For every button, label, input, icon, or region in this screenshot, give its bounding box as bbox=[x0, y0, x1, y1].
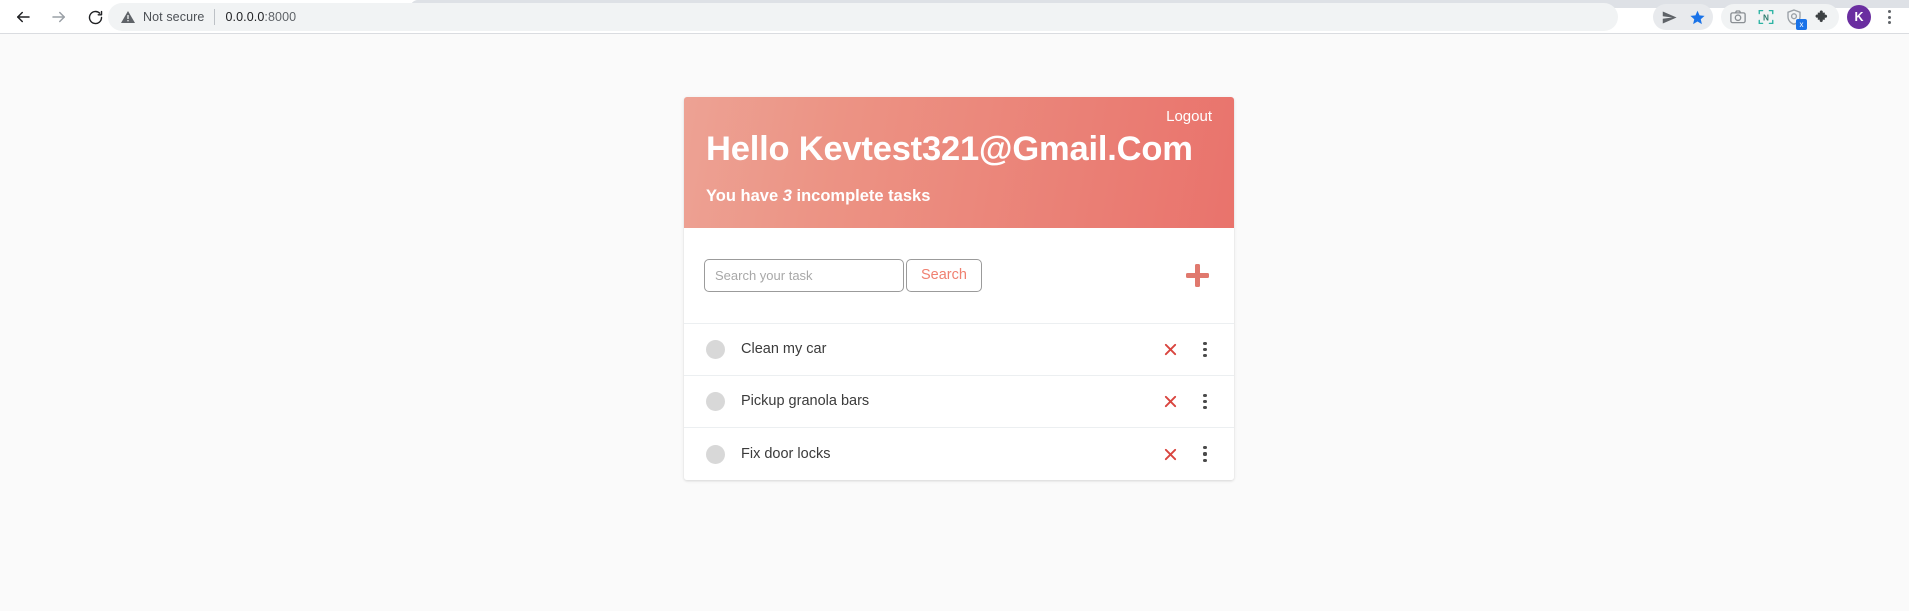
todo-card: Logout Hello Kevtest321@Gmail.Com You ha… bbox=[684, 97, 1234, 480]
delete-task-button[interactable] bbox=[1160, 340, 1180, 360]
summary-prefix: You have bbox=[706, 187, 783, 206]
task-complete-toggle[interactable] bbox=[706, 392, 725, 411]
browser-menu-button[interactable] bbox=[1875, 3, 1903, 31]
reload-icon bbox=[87, 9, 104, 26]
add-task-button[interactable] bbox=[1180, 259, 1214, 293]
send-paper-plane-icon bbox=[1661, 9, 1678, 26]
task-label: Fix door locks bbox=[741, 445, 831, 462]
task-list: Clean my car Pickup granola bars Fix doo… bbox=[684, 323, 1234, 480]
table-row: Fix door locks bbox=[684, 428, 1234, 480]
three-dot-menu-icon bbox=[1203, 393, 1207, 397]
search-row: Search bbox=[684, 228, 1234, 323]
row-actions bbox=[1160, 443, 1214, 465]
delete-task-button[interactable] bbox=[1160, 444, 1180, 464]
task-menu-button[interactable] bbox=[1196, 443, 1214, 465]
close-icon bbox=[1163, 394, 1178, 409]
omnibox-divider bbox=[214, 9, 216, 25]
extensions-group: N x bbox=[1721, 4, 1839, 30]
task-complete-toggle[interactable] bbox=[706, 444, 725, 464]
puzzle-piece-icon bbox=[1813, 8, 1831, 26]
extensions-button[interactable] bbox=[1808, 4, 1836, 30]
notion-clipper-button[interactable]: N bbox=[1752, 4, 1780, 30]
svg-text:N: N bbox=[1763, 13, 1769, 22]
card-header: Logout Hello Kevtest321@Gmail.Com You ha… bbox=[684, 97, 1234, 228]
security-status-label: Not secure bbox=[143, 10, 205, 24]
summary-suffix: incomplete tasks bbox=[791, 187, 931, 206]
reload-button[interactable] bbox=[78, 0, 112, 34]
close-icon bbox=[1163, 447, 1178, 462]
shield-extension-button[interactable]: x bbox=[1780, 4, 1808, 30]
search-input[interactable] bbox=[704, 259, 904, 292]
three-dot-menu-icon bbox=[1203, 446, 1207, 450]
notion-clipper-icon: N bbox=[1757, 8, 1775, 26]
delete-task-button[interactable] bbox=[1160, 392, 1180, 412]
url-text: 0.0.0.0:8000 bbox=[225, 10, 296, 24]
task-menu-button[interactable] bbox=[1196, 391, 1214, 413]
three-dot-menu-icon bbox=[1887, 10, 1891, 13]
back-button[interactable] bbox=[6, 0, 40, 34]
url-port: :8000 bbox=[264, 10, 297, 24]
task-complete-toggle[interactable] bbox=[706, 340, 725, 359]
bookmark-button[interactable] bbox=[1683, 4, 1711, 30]
task-menu-button[interactable] bbox=[1196, 339, 1214, 361]
warning-triangle-icon bbox=[120, 9, 136, 25]
task-label: Clean my car bbox=[741, 341, 827, 358]
forward-button[interactable] bbox=[42, 0, 76, 34]
toolbar-actions: N x K bbox=[1653, 0, 1903, 34]
back-arrow-icon bbox=[14, 8, 32, 26]
search-button[interactable]: Search bbox=[906, 259, 982, 292]
camera-icon bbox=[1729, 8, 1747, 26]
page-viewport: Logout Hello Kevtest321@Gmail.Com You ha… bbox=[0, 34, 1909, 611]
table-row: Pickup granola bars bbox=[684, 376, 1234, 428]
share-bookmark-group bbox=[1653, 4, 1713, 30]
row-actions bbox=[1160, 391, 1214, 413]
url-host: 0.0.0.0 bbox=[225, 10, 265, 24]
page-title: Hello Kevtest321@Gmail.Com bbox=[706, 130, 1193, 168]
navigation-buttons bbox=[6, 0, 112, 34]
close-icon bbox=[1163, 342, 1178, 357]
extension-badge: x bbox=[1796, 19, 1807, 30]
incomplete-tasks-summary: You have 3 incomplete tasks bbox=[706, 188, 1212, 205]
browser-toolbar: Not secure 0.0.0.0:8000 N x K bbox=[0, 0, 1909, 34]
three-dot-menu-icon bbox=[1203, 341, 1207, 345]
avatar[interactable]: K bbox=[1847, 5, 1871, 29]
logout-link[interactable]: Logout bbox=[1166, 108, 1212, 125]
task-label: Pickup granola bars bbox=[741, 393, 870, 410]
star-icon bbox=[1689, 9, 1706, 26]
incomplete-count: 3 bbox=[782, 187, 792, 206]
screenshot-button[interactable] bbox=[1724, 4, 1752, 30]
forward-arrow-icon bbox=[50, 8, 68, 26]
table-row: Clean my car bbox=[684, 324, 1234, 376]
address-bar[interactable]: Not secure 0.0.0.0:8000 bbox=[108, 3, 1618, 31]
send-button[interactable] bbox=[1655, 4, 1683, 30]
row-actions bbox=[1160, 339, 1214, 361]
